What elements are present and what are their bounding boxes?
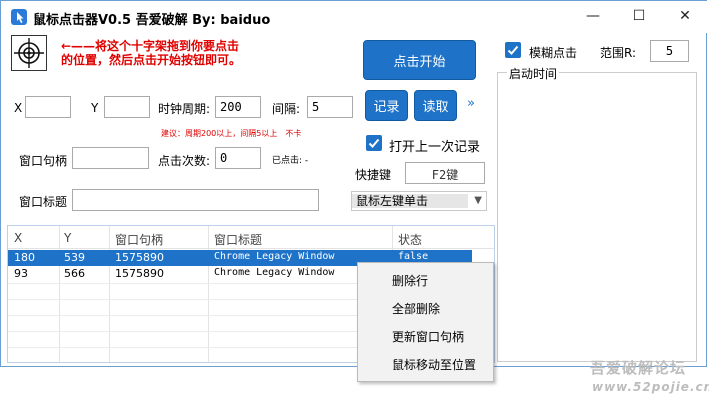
range-label: 范围R: (600, 46, 637, 60)
window-title-input[interactable] (72, 189, 319, 211)
clock-period-input[interactable]: 200 (215, 96, 261, 118)
click-count-label: 点击次数: (158, 154, 211, 168)
cell-x: 180 (14, 251, 35, 264)
minimize-button[interactable]: — (570, 1, 616, 31)
x-label: X (14, 101, 23, 115)
maximize-button[interactable]: ☐ (616, 1, 662, 31)
main-window: 鼠标点击器V0.5 吾爱破解 By: baiduo — ☐ ✕ ←——将这个十字… (0, 0, 708, 367)
watermark-title: 吾爱破解论坛 (590, 359, 687, 377)
mouse-action-value: 鼠标左键单击 (352, 194, 468, 208)
x-input[interactable] (25, 96, 71, 118)
interval-input[interactable]: 5 (307, 96, 353, 118)
fuzzy-click-label: 模糊点击 (529, 46, 578, 60)
hint-line-1: ←——将这个十字架拖到你要点击 (61, 39, 240, 53)
column-header-x[interactable]: X (14, 231, 22, 245)
menu-item-update-handle[interactable]: 更新窗口句柄 (392, 328, 464, 345)
instruction-hint: ←——将这个十字架拖到你要点击 的位置，然后点击开始按钮即可。 (61, 39, 241, 67)
context-menu: 删除行 全部删除 更新窗口句柄 鼠标移动至位置 (357, 262, 494, 382)
menu-item-move-mouse[interactable]: 鼠标移动至位置 (392, 356, 476, 373)
click-count-input[interactable]: 0 (215, 147, 261, 169)
menu-item-delete-all[interactable]: 全部删除 (392, 300, 440, 317)
cell-title: Chrome Legacy Window (214, 251, 335, 262)
fuzzy-click-checkbox[interactable] (505, 42, 521, 58)
cell-y: 539 (64, 251, 85, 264)
expand-more-button[interactable]: » (467, 96, 475, 111)
cell-handle: 1575890 (115, 267, 164, 280)
clicked-status: 已点击: - (272, 156, 309, 166)
hotkey-label: 快捷键 (355, 168, 392, 182)
start-click-button[interactable]: 点击开始 (363, 40, 476, 80)
start-time-group-title: 启动时间 (507, 65, 560, 82)
window-handle-input[interactable] (72, 147, 149, 169)
title-bar[interactable]: 鼠标点击器V0.5 吾爱破解 By: baiduo — ☐ ✕ (1, 1, 708, 33)
window-handle-label: 窗口句柄 (19, 154, 68, 168)
interval-label: 间隔: (272, 102, 301, 116)
crosshair-icon (14, 38, 44, 68)
cell-x: 93 (14, 267, 28, 280)
window-title-label: 窗口标题 (19, 195, 68, 209)
hint-line-2: 的位置，然后点击开始按钮即可。 (61, 53, 242, 67)
y-label: Y (91, 101, 99, 115)
chevron-down-icon: ▼ (474, 195, 482, 206)
crosshair-drag-handle[interactable] (11, 35, 47, 71)
open-last-label: 打开上一次记录 (389, 140, 481, 155)
app-icon (11, 9, 27, 25)
column-header-handle[interactable]: 窗口句柄 (115, 231, 163, 248)
cell-handle: 1575890 (115, 251, 164, 264)
mouse-action-select[interactable]: 鼠标左键单击 ▼ (351, 191, 487, 211)
open-last-checkbox[interactable] (366, 135, 382, 151)
clock-period-label: 时钟周期: (158, 102, 211, 116)
cell-title: Chrome Legacy Window (214, 267, 335, 278)
close-button[interactable]: ✕ (662, 1, 708, 31)
menu-item-delete-row[interactable]: 删除行 (392, 272, 428, 289)
column-header-title[interactable]: 窗口标题 (214, 231, 262, 248)
record-button[interactable]: 记录 (365, 90, 408, 121)
hotkey-input[interactable]: F2键 (405, 162, 485, 184)
read-button[interactable]: 读取 (414, 90, 457, 121)
range-input[interactable]: 5 (650, 40, 689, 62)
watermark-url: www.52pojie.cn (592, 380, 709, 394)
window-title: 鼠标点击器V0.5 吾爱破解 By: baiduo (33, 13, 271, 28)
cell-y: 566 (64, 267, 85, 280)
advice-note: 建议：周期200以上，间隔5以上 不卡 (161, 129, 302, 138)
start-time-group (497, 72, 697, 362)
column-header-status[interactable]: 状态 (398, 231, 422, 248)
checkmark-icon (507, 45, 519, 55)
checkmark-icon (368, 138, 380, 148)
table-header: X Y 窗口句柄 窗口标题 状态 (8, 226, 494, 249)
cell-status: false (398, 251, 429, 262)
y-input[interactable] (104, 96, 150, 118)
column-header-y[interactable]: Y (64, 231, 71, 245)
